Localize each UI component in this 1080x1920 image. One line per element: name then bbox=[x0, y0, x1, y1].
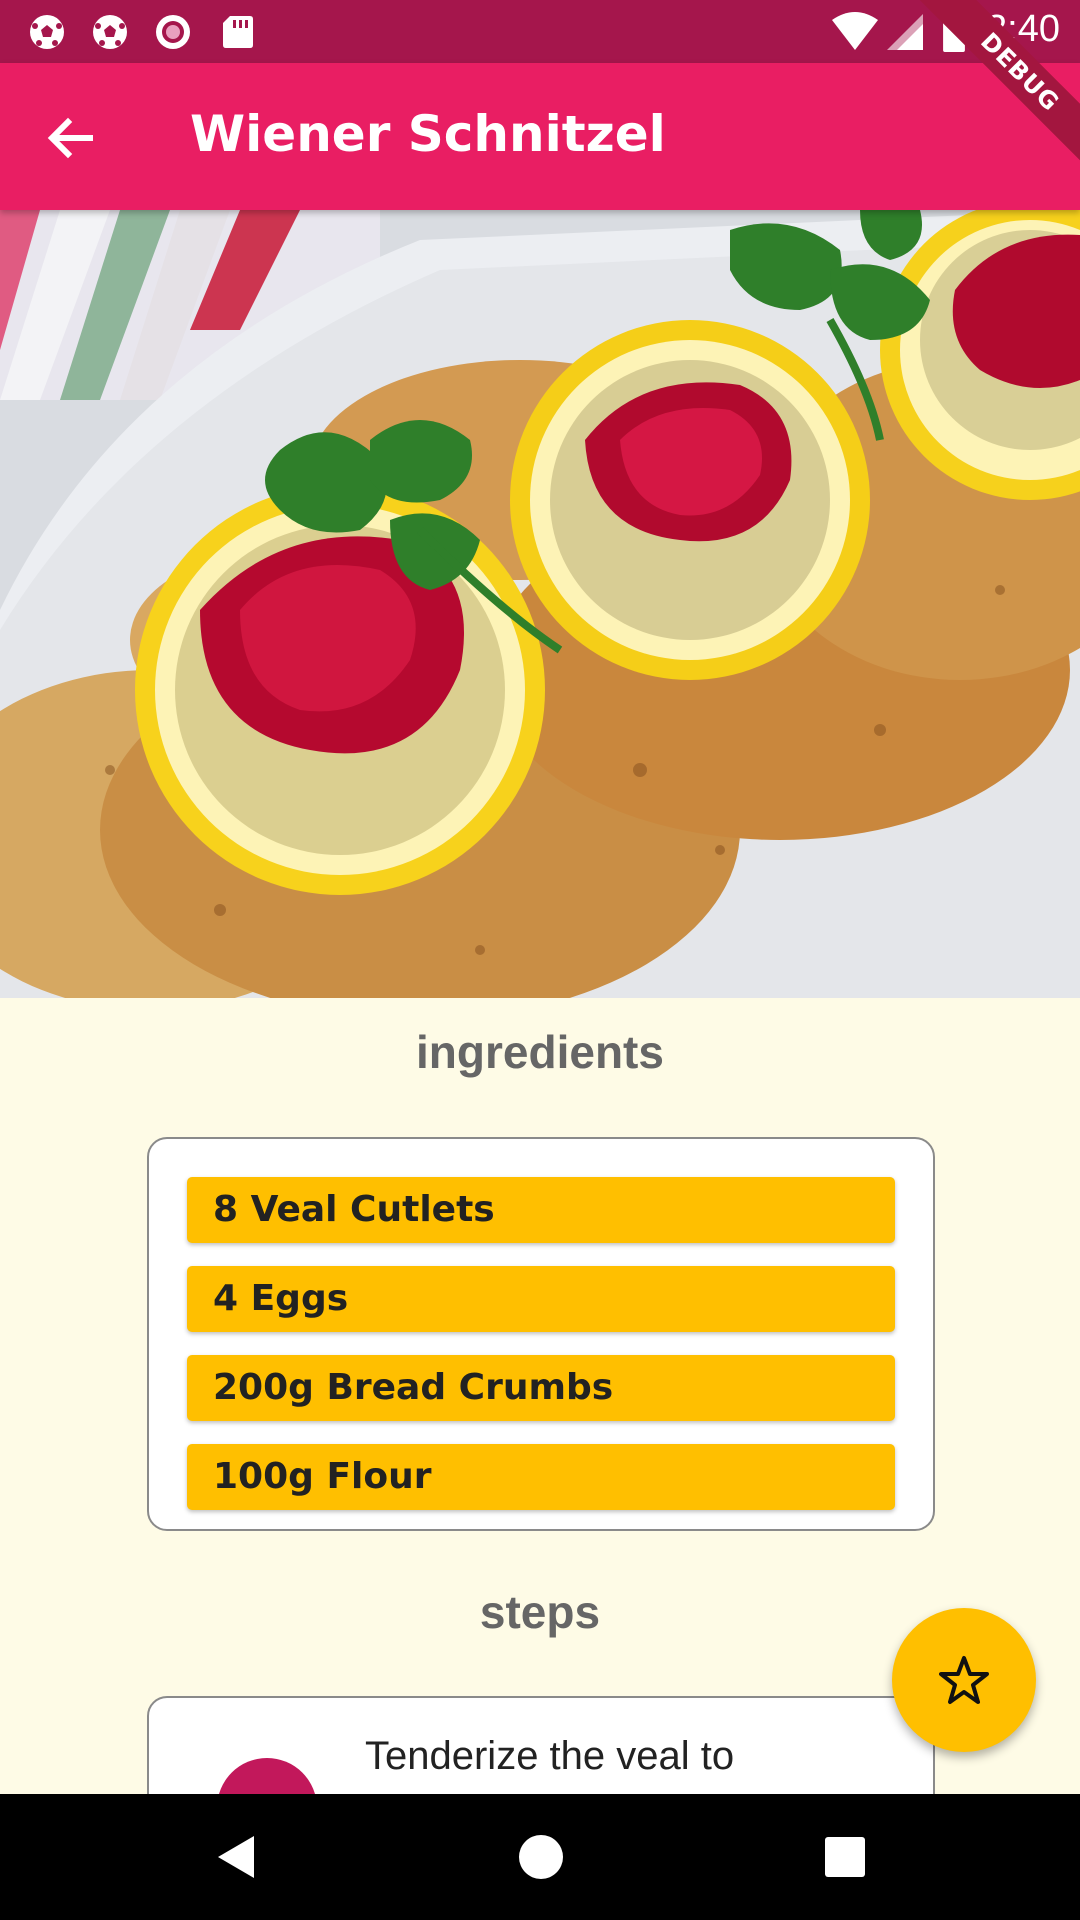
arrow-back-icon[interactable] bbox=[40, 108, 100, 168]
star-outline-icon bbox=[939, 1656, 989, 1704]
ingredient-item: 100g Flour bbox=[187, 1444, 895, 1510]
system-nav-bar bbox=[0, 1794, 1080, 1920]
page-title: Wiener Schnitzel bbox=[190, 105, 666, 163]
cell-signal-icon bbox=[887, 14, 923, 50]
ingredient-item: 200g Bread Crumbs bbox=[187, 1355, 895, 1421]
soccer-ball-icon bbox=[30, 15, 64, 49]
wifi-icon bbox=[832, 12, 878, 50]
ingredients-list[interactable]: 8 Veal Cutlets 4 Eggs 200g Bread Crumbs … bbox=[147, 1137, 935, 1531]
step-text: Tenderize the veal to bbox=[365, 1734, 735, 1778]
ingredient-item: 8 Veal Cutlets bbox=[187, 1177, 895, 1243]
ingredients-title: ingredients bbox=[416, 1026, 664, 1078]
recents-square-icon[interactable] bbox=[820, 1832, 870, 1882]
record-icon bbox=[156, 15, 190, 49]
ingredient-item: 4 Eggs bbox=[187, 1266, 895, 1332]
home-circle-icon[interactable] bbox=[516, 1832, 566, 1882]
favorite-button[interactable] bbox=[892, 1608, 1036, 1752]
recipe-image bbox=[0, 210, 1080, 998]
status-bar: 2:40 bbox=[0, 0, 1080, 63]
soccer-ball-icon bbox=[93, 15, 127, 49]
back-triangle-icon[interactable] bbox=[212, 1832, 262, 1882]
app-bar: Wiener Schnitzel bbox=[0, 63, 1080, 210]
sd-card-icon bbox=[223, 16, 253, 48]
